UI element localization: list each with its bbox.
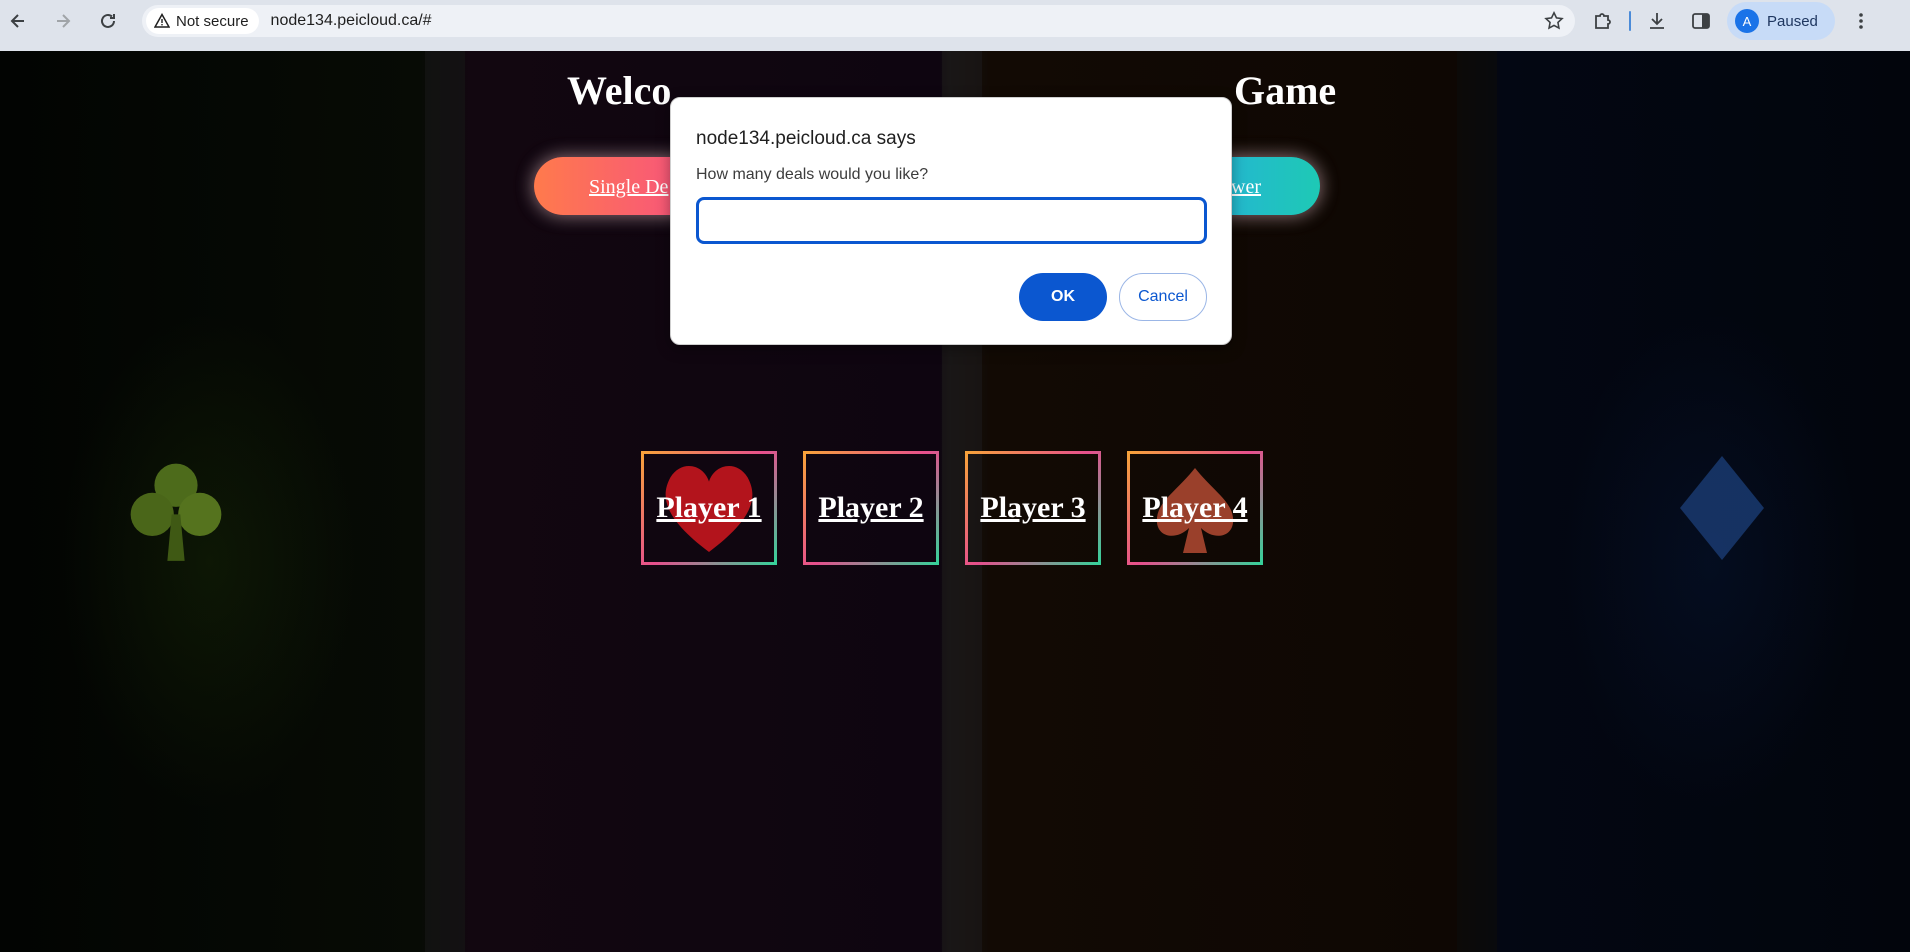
player-2-button[interactable]: Player 2	[803, 451, 939, 565]
background-glow	[1560, 311, 1860, 811]
title-left-fragment: Welco	[567, 68, 672, 113]
back-icon	[10, 14, 24, 28]
back-button[interactable]	[0, 3, 36, 39]
extensions-button[interactable]	[1585, 3, 1621, 39]
players-row: Player 1 Player 2 Player 3 Player 4	[641, 451, 1263, 565]
star-icon[interactable]	[1543, 10, 1565, 32]
player-label: Player 4	[1142, 491, 1248, 524]
player-4-button[interactable]: Player 4	[1127, 451, 1263, 565]
side-panel-icon	[1692, 13, 1710, 29]
player-1-button[interactable]: Player 1	[641, 451, 777, 565]
url-text[interactable]: node134.peicloud.ca/#	[271, 12, 432, 30]
toolbar-separator	[1629, 11, 1631, 31]
club-icon	[130, 463, 222, 561]
more-icon	[1859, 13, 1863, 29]
security-label: Not secure	[176, 12, 249, 30]
background-strip	[425, 51, 465, 952]
reload-button[interactable]	[90, 3, 126, 39]
menu-link-right[interactable]: wer	[1231, 176, 1261, 199]
prompt-dialog: node134.peicloud.ca says How many deals …	[670, 97, 1232, 345]
cancel-button[interactable]: Cancel	[1119, 273, 1207, 321]
single-deal-link[interactable]: Single De	[589, 176, 668, 199]
profile-status: Paused	[1767, 12, 1818, 30]
download-button[interactable]	[1639, 3, 1675, 39]
diamond-icon	[1680, 456, 1764, 560]
player-label: Player 3	[980, 491, 1086, 524]
ok-button[interactable]: OK	[1019, 273, 1107, 321]
toolbar-actions: A Paused	[1585, 0, 1879, 42]
reload-icon	[101, 13, 115, 28]
warning-icon	[154, 13, 170, 28]
title-right-fragment: Game	[1234, 68, 1337, 113]
background-strip	[1457, 51, 1497, 952]
player-3-button[interactable]: Player 3	[965, 451, 1101, 565]
dialog-message: How many deals would you like?	[696, 166, 929, 183]
download-icon	[1650, 13, 1664, 29]
menu-button[interactable]	[1843, 3, 1879, 39]
extensions-icon	[1595, 13, 1611, 29]
forward-button[interactable]	[45, 3, 81, 39]
player-label: Player 2	[818, 491, 924, 524]
deals-input[interactable]	[696, 197, 1207, 244]
address-bar[interactable]: Not secure node134.peicloud.ca/#	[142, 5, 1575, 37]
profile-button[interactable]: A Paused	[1727, 2, 1835, 40]
dialog-title: node134.peicloud.ca says	[696, 128, 916, 149]
forward-icon	[57, 14, 71, 28]
side-panel-button[interactable]	[1683, 3, 1719, 39]
page-content: Welco Game Single De wer Player 1 Player…	[0, 51, 1910, 952]
browser-toolbar: Not secure node134.peicloud.ca/# A Pause…	[0, 0, 1910, 51]
security-chip[interactable]: Not secure	[146, 8, 259, 34]
player-label: Player 1	[656, 491, 762, 524]
avatar: A	[1735, 9, 1759, 33]
